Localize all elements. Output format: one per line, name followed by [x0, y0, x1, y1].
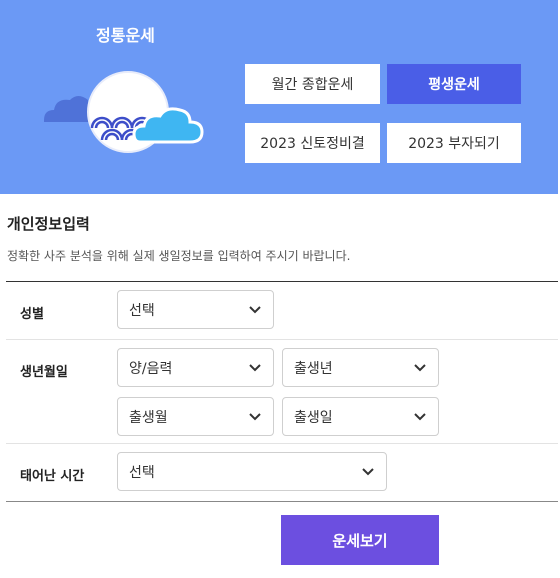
gender-select[interactable]: 선택	[117, 290, 274, 329]
monthly-fortune-button[interactable]: 월간 종합운세	[245, 64, 380, 104]
chevron-down-icon	[414, 412, 426, 420]
calendar-type-value: 양/음력	[129, 360, 173, 377]
chevron-down-icon	[414, 363, 426, 371]
birth-month-value: 출생월	[129, 409, 168, 426]
form-bottom-divider	[6, 501, 558, 502]
birth-day-value: 출생일	[294, 409, 333, 426]
birth-time-value: 선택	[129, 464, 155, 481]
gender-label: 성별	[20, 307, 44, 322]
tojeong-2023-button[interactable]: 2023 신토정비결	[245, 123, 380, 163]
chevron-down-icon	[249, 412, 261, 420]
form-top-divider	[6, 281, 558, 282]
row-divider	[6, 443, 558, 444]
form-description: 정확한 사주 분석을 위해 실제 생일정보를 입력하여 주시기 바랍니다.	[7, 249, 351, 263]
gender-select-value: 선택	[129, 302, 155, 319]
calendar-type-select[interactable]: 양/음력	[117, 348, 274, 387]
chevron-down-icon	[249, 305, 261, 313]
birth-year-select[interactable]: 출생년	[282, 348, 439, 387]
birth-day-select[interactable]: 출생일	[282, 397, 439, 436]
chevron-down-icon	[249, 363, 261, 371]
moon-cloud-illustration	[44, 71, 204, 153]
become-rich-2023-button[interactable]: 2023 부자되기	[387, 123, 521, 163]
lifetime-fortune-button[interactable]: 평생운세	[387, 64, 521, 104]
birth-year-value: 출생년	[294, 360, 333, 377]
view-fortune-button[interactable]: 운세보기	[281, 515, 439, 565]
birth-month-select[interactable]: 출생월	[117, 397, 274, 436]
row-divider	[6, 339, 558, 340]
chevron-down-icon	[362, 467, 374, 475]
form-title: 개인정보입력	[7, 215, 90, 233]
birth-time-label: 태어난 시간	[20, 469, 85, 484]
hero-title: 정통운세	[96, 26, 155, 45]
birth-label: 생년월일	[20, 365, 68, 380]
birth-time-select[interactable]: 선택	[117, 452, 387, 491]
hero-banner: 정통운세 월간 종합운세 평생운세 2023 신토정비결 2023 부자되기	[0, 0, 558, 194]
